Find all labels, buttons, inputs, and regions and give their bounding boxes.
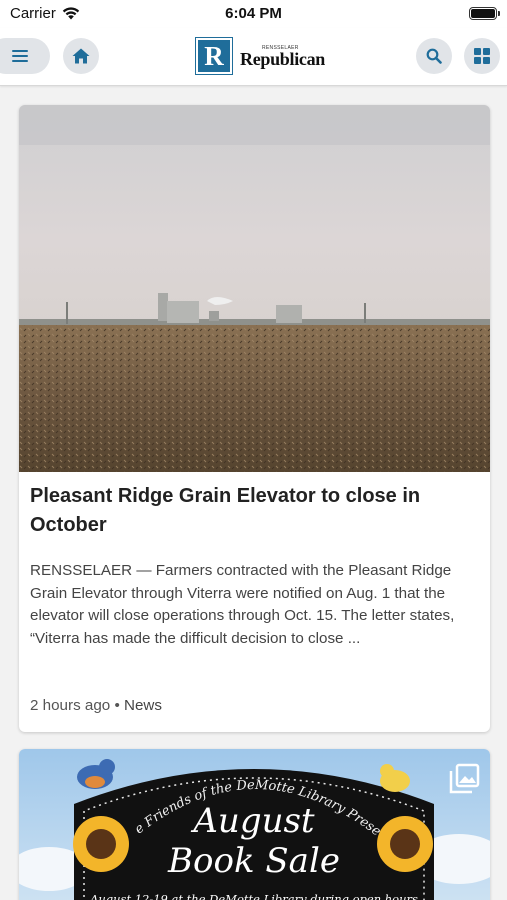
article-timestamp: 2 hours ago — [30, 697, 111, 714]
article-photo-book-sale-poster[interactable]: The Friends of the DeMotte Library Prese… — [19, 749, 490, 900]
logo-mark: R — [195, 37, 233, 75]
meta-separator: • — [114, 697, 120, 714]
article-category[interactable]: News — [124, 697, 162, 714]
photo-gallery-icon[interactable] — [448, 763, 480, 795]
search-button[interactable] — [416, 38, 452, 74]
sunflower-left — [73, 816, 129, 872]
poster-subtitle: August 12-19 at the DeMotte Library duri… — [89, 892, 418, 900]
hamburger-icon — [12, 50, 28, 62]
battery-icon — [469, 7, 500, 20]
sections-grid-button[interactable] — [464, 38, 500, 74]
logo-name: Republican — [240, 49, 326, 69]
status-bar: Carrier 6:04 PM — [0, 0, 507, 28]
grid-icon — [474, 48, 490, 64]
article-headline[interactable]: Pleasant Ridge Grain Elevator to close i… — [30, 482, 470, 540]
article-card[interactable]: Pleasant Ridge Grain Elevator to close i… — [19, 105, 490, 732]
poster-title-line2: Book Sale — [167, 841, 340, 881]
sunflower-right — [377, 816, 433, 872]
article-photo-grain-elevator[interactable] — [19, 105, 490, 472]
article-meta: 2 hours ago • News — [30, 697, 162, 714]
menu-button[interactable] — [0, 38, 50, 74]
poster-title-line1: August — [190, 801, 315, 841]
publication-logo[interactable]: R RENSSELAER Republican — [195, 37, 325, 75]
article-excerpt: RENSSELAER — Farmers contracted with the… — [30, 562, 455, 647]
home-icon — [72, 48, 90, 64]
search-icon — [426, 48, 442, 64]
article-card[interactable]: The Friends of the DeMotte Library Prese… — [19, 749, 490, 900]
home-button[interactable] — [63, 38, 99, 74]
app-header: R RENSSELAER Republican — [0, 28, 507, 86]
clock: 6:04 PM — [225, 5, 282, 22]
